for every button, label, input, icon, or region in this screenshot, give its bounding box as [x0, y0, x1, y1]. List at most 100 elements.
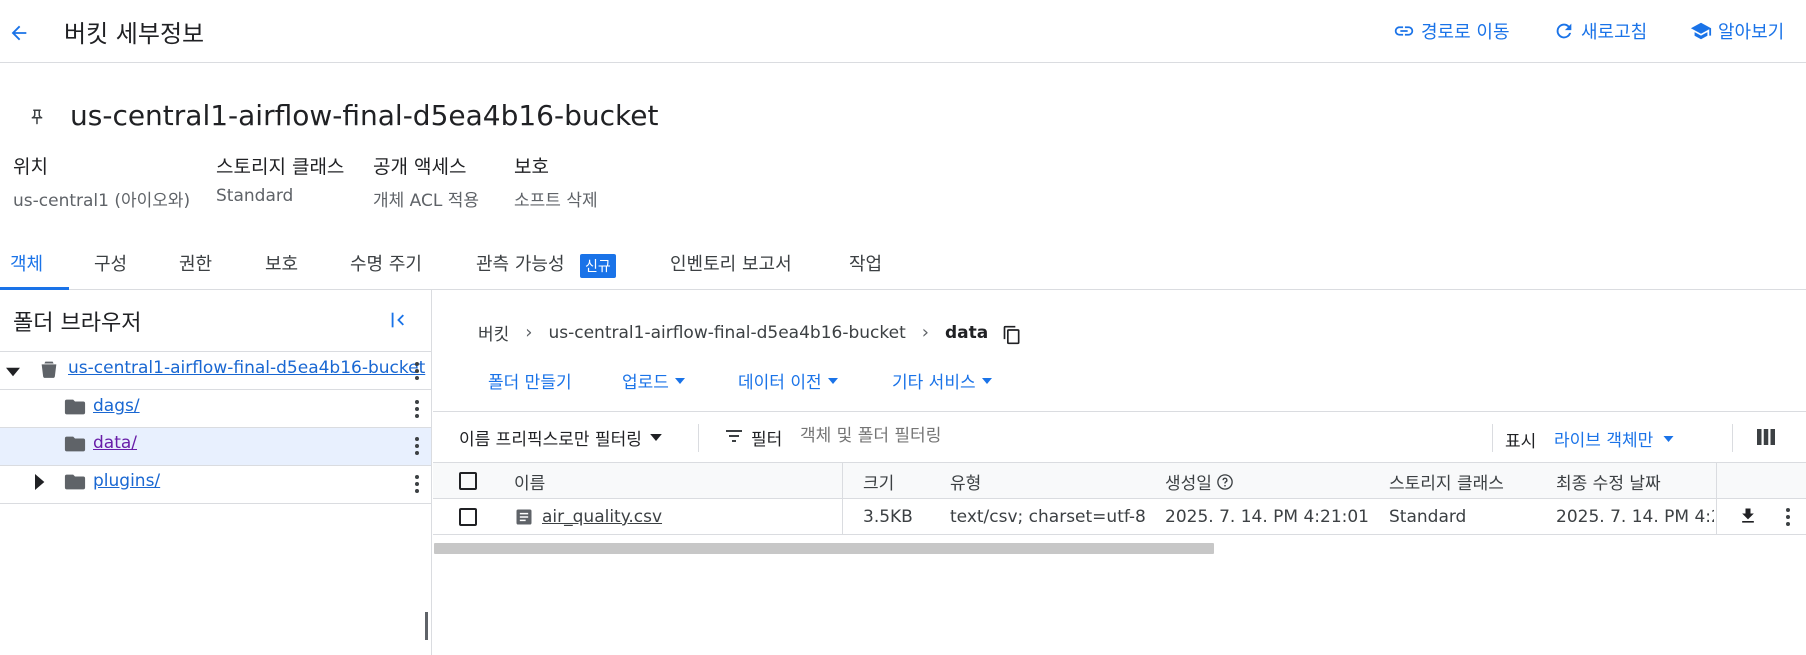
transfer-data-dropdown[interactable]: 데이터 이전	[738, 368, 838, 393]
upload-dropdown[interactable]: 업로드	[622, 368, 685, 393]
column-size[interactable]: 크기	[863, 469, 894, 494]
folder-browser-title: 폴더 브라우저	[13, 311, 142, 336]
caret-down-icon	[674, 377, 685, 384]
meta-protection-label: 보호	[514, 156, 549, 178]
go-to-path-button[interactable]: 경로로 이동	[1393, 18, 1510, 44]
bucket-icon	[38, 358, 60, 380]
breadcrumb-bucket[interactable]: us-central1-airflow-final-d5ea4b16-bucke…	[548, 323, 905, 343]
file-size: 3.5KB	[863, 507, 913, 527]
caret-down-icon	[827, 377, 838, 384]
school-icon	[1690, 20, 1712, 42]
divider	[698, 424, 699, 452]
select-all-checkbox[interactable]	[459, 472, 477, 490]
tree-folder-data-link[interactable]: data/	[93, 433, 137, 453]
row-more-icon[interactable]	[1779, 506, 1797, 528]
plugins-more-icon[interactable]	[408, 473, 426, 495]
tree-folder-plugins-link[interactable]: plugins/	[93, 471, 160, 491]
folder-icon	[64, 397, 86, 417]
file-icon	[514, 507, 534, 527]
create-folder-button[interactable]: 폴더 만들기	[488, 368, 572, 393]
file-type: text/csv; charset=utf-8	[950, 507, 1146, 527]
prefix-filter-label: 이름 프리픽스로만 필터링	[459, 430, 642, 450]
back-arrow-icon[interactable]	[8, 22, 30, 44]
meta-storage-class-value: Standard	[216, 186, 294, 206]
expand-down-icon[interactable]	[6, 365, 20, 379]
other-services-dropdown[interactable]: 기타 서비스	[892, 368, 992, 393]
column-type[interactable]: 유형	[950, 469, 981, 494]
filter-list-icon	[724, 428, 744, 444]
column-name[interactable]: 이름	[514, 469, 545, 494]
column-display-icon[interactable]	[1757, 429, 1775, 445]
tab-configuration[interactable]: 구성	[94, 250, 127, 276]
meta-public-access-label: 공개 액세스	[373, 156, 467, 178]
folder-icon	[64, 472, 86, 492]
chevron-right-icon: ›	[525, 322, 533, 343]
tree-folder-dags-link[interactable]: dags/	[93, 396, 140, 416]
column-storage-class[interactable]: 스토리지 클래스	[1389, 469, 1504, 494]
learn-button[interactable]: 알아보기	[1690, 18, 1784, 44]
tab-lifecycle[interactable]: 수명 주기	[350, 250, 422, 276]
tab-observability[interactable]: 관측 가능성	[476, 250, 565, 276]
divider	[1492, 424, 1493, 452]
prefix-filter-dropdown[interactable]: 이름 프리픽스로만 필터링	[459, 425, 662, 450]
meta-public-access-value: 개체 ACL 적용	[373, 191, 480, 211]
row-checkbox[interactable]	[459, 508, 477, 526]
show-live-objects-dropdown[interactable]: 라이브 객체만	[1554, 426, 1674, 451]
tree-root-link[interactable]: us-central1-airflow-final-d5ea4b16-bucke…	[68, 358, 425, 378]
refresh-label: 새로고침	[1581, 22, 1648, 43]
column-last-modified[interactable]: 최종 수정 날짜	[1556, 469, 1661, 494]
file-name-link[interactable]: air_quality.csv	[542, 507, 662, 527]
learn-label: 알아보기	[1718, 22, 1785, 43]
tab-permissions[interactable]: 권한	[179, 250, 212, 276]
tab-inventory-reports[interactable]: 인벤토리 보고서	[670, 250, 792, 276]
tab-bar: 객체 구성 권한 보호 수명 주기 관측 가능성 인벤토리 보고서 작업	[0, 244, 1806, 290]
other-services-label: 기타 서비스	[892, 373, 976, 393]
create-folder-label: 폴더 만들기	[488, 373, 572, 393]
data-more-icon[interactable]	[408, 435, 426, 457]
panel-resize-handle[interactable]	[425, 612, 428, 640]
horizontal-scrollbar-thumb[interactable]	[434, 543, 1214, 554]
dags-more-icon[interactable]	[408, 398, 426, 420]
filter-label: 필터	[751, 430, 783, 450]
breadcrumb-current: data	[944, 322, 989, 343]
go-to-path-label: 경로로 이동	[1421, 22, 1510, 43]
caret-down-icon	[650, 434, 662, 441]
caret-down-icon	[1663, 435, 1674, 442]
refresh-icon	[1553, 20, 1575, 42]
column-created[interactable]: 생성일	[1165, 469, 1234, 494]
file-modified: 2025. 7. 14. PM 4:21	[1556, 507, 1714, 527]
filter-input[interactable]	[800, 421, 1280, 451]
tab-protection[interactable]: 보호	[265, 250, 298, 276]
breadcrumb-root[interactable]: 버킷	[478, 320, 509, 345]
divider	[1732, 424, 1733, 452]
file-storage-class: Standard	[1389, 507, 1467, 527]
show-value-label: 라이브 객체만	[1554, 431, 1654, 451]
expand-right-icon[interactable]	[32, 474, 46, 490]
meta-protection-value: 소프트 삭제	[514, 191, 598, 211]
root-more-icon[interactable]	[408, 360, 426, 382]
tab-operations[interactable]: 작업	[849, 250, 882, 276]
help-icon[interactable]	[1216, 473, 1234, 491]
tab-objects[interactable]: 객체	[10, 250, 43, 276]
link-icon	[1393, 20, 1415, 42]
download-icon[interactable]	[1738, 506, 1758, 526]
column-created-label: 생성일	[1165, 474, 1212, 494]
meta-storage-class-label: 스토리지 클래스	[216, 156, 345, 178]
upload-label: 업로드	[622, 373, 669, 393]
caret-down-icon	[981, 377, 992, 384]
page-title: 버킷 세부정보	[64, 20, 205, 48]
meta-location-value: us-central1 (아이오와)	[13, 191, 191, 211]
folder-icon	[64, 434, 86, 454]
copy-icon[interactable]	[1002, 325, 1022, 345]
top-bar	[0, 0, 1806, 63]
show-label: 표시	[1505, 432, 1537, 452]
file-created: 2025. 7. 14. PM 4:21:01	[1165, 507, 1369, 527]
chevron-right-icon: ›	[921, 322, 929, 343]
transfer-data-label: 데이터 이전	[738, 373, 822, 393]
breadcrumb: 버킷 › us-central1-airflow-final-d5ea4b16-…	[478, 320, 1022, 345]
new-badge: 신규	[580, 254, 616, 278]
pin-icon[interactable]	[28, 108, 46, 126]
collapse-panel-icon[interactable]	[388, 309, 410, 331]
refresh-button[interactable]: 새로고침	[1553, 18, 1647, 44]
meta-location-label: 위치	[13, 156, 48, 178]
